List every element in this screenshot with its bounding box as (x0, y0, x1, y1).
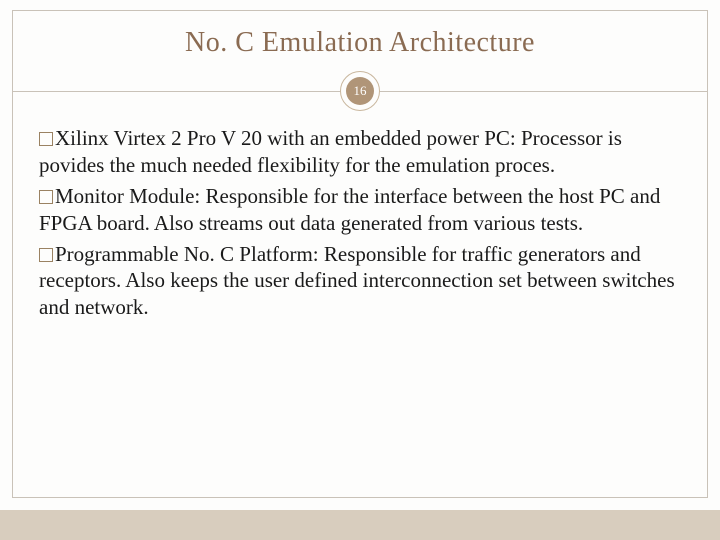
slide-title: No. C Emulation Architecture (13, 11, 707, 67)
bullet-lead: Xilinx Virtex 2 Pro V 20 with an embedde… (55, 126, 516, 150)
bullet-item: Programmable No. C Platform: Responsible… (39, 241, 681, 322)
slide: No. C Emulation Architecture 16 Xilinx V… (0, 0, 720, 540)
page-number: 16 (346, 77, 374, 105)
content-area: Xilinx Virtex 2 Pro V 20 with an embedde… (13, 111, 707, 321)
bullet-lead: Programmable No. C Platform: (55, 242, 319, 266)
square-bullet-icon (39, 248, 53, 262)
title-divider: 16 (13, 71, 707, 111)
bullet-item: Monitor Module: Responsible for the inte… (39, 183, 681, 237)
bullet-lead: Monitor Module: (55, 184, 200, 208)
bottom-accent-bar (0, 510, 720, 540)
slide-frame: No. C Emulation Architecture 16 Xilinx V… (12, 10, 708, 498)
square-bullet-icon (39, 132, 53, 146)
page-badge: 16 (340, 71, 380, 111)
square-bullet-icon (39, 190, 53, 204)
bullet-item: Xilinx Virtex 2 Pro V 20 with an embedde… (39, 125, 681, 179)
